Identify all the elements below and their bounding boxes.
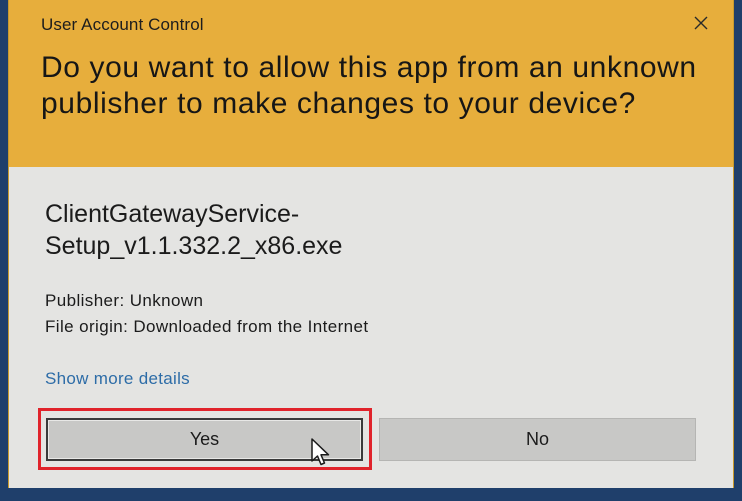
- dialog-question: Do you want to allow this app from an un…: [41, 51, 697, 120]
- file-origin-info: File origin: Downloaded from the Interne…: [45, 317, 369, 336]
- mouse-pointer-icon: [311, 438, 330, 466]
- uac-dialog: User Account Control Do you want to allo…: [8, 0, 734, 488]
- close-button[interactable]: [689, 11, 713, 35]
- app-filename: ClientGatewayService- Setup_v1.1.332.2_x…: [45, 200, 343, 260]
- show-more-details-link[interactable]: Show more details: [45, 369, 190, 389]
- publisher-info: Publisher: Unknown: [45, 291, 204, 310]
- close-icon: [694, 16, 708, 30]
- dialog-header: User Account Control Do you want to allo…: [9, 0, 733, 167]
- dialog-title: User Account Control: [41, 15, 204, 34]
- no-button[interactable]: No: [379, 418, 696, 461]
